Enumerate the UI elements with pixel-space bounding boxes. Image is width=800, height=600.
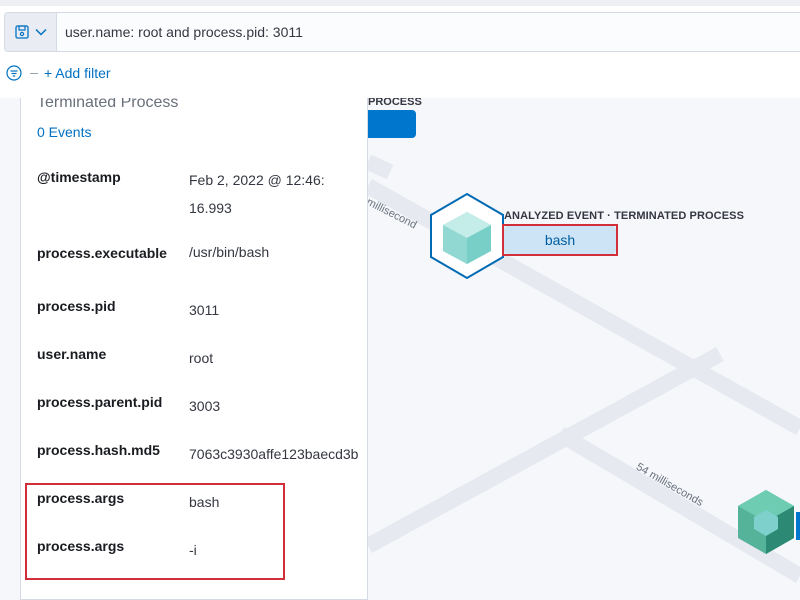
panel-title: Terminated Process xyxy=(37,98,179,111)
child-node-button[interactable] xyxy=(796,512,800,540)
add-filter-button[interactable]: + Add filter xyxy=(44,65,111,81)
partial-node-button[interactable] xyxy=(368,110,416,138)
field-key: process.pid xyxy=(37,298,116,314)
filter-row: + Add filter xyxy=(6,62,111,84)
field-key: user.name xyxy=(37,346,107,362)
save-icon xyxy=(14,25,29,39)
highlight-node-button xyxy=(502,224,618,256)
highlight-process-args xyxy=(25,483,285,580)
graph-edge xyxy=(364,346,724,554)
header-strip xyxy=(0,0,800,6)
field-key: process.parent.pid xyxy=(37,394,163,410)
search-input[interactable]: user.name: root and process.pid: 3011 xyxy=(65,13,303,51)
field-key: @timestamp xyxy=(37,169,121,185)
field-value: Feb 2, 2022 @ 12:46: 16.993 xyxy=(189,172,325,216)
field-key: process.executable xyxy=(37,245,167,261)
filter-icon[interactable] xyxy=(6,65,22,81)
field-value: /usr/bin/bash xyxy=(189,244,270,260)
query-bar[interactable]: user.name: root and process.pid: 3011 xyxy=(4,12,800,52)
field-value: 7063c3930affe123baecd3b xyxy=(189,446,359,462)
saved-query-button[interactable] xyxy=(5,13,57,51)
chevron-down-icon xyxy=(34,28,47,36)
filter-divider xyxy=(30,72,38,74)
top-bar: user.name: root and process.pid: 3011 + … xyxy=(0,0,800,98)
field-value: root xyxy=(189,350,214,366)
field-value: 3011 xyxy=(189,302,220,318)
analyzed-node-label: ANALYZED EVENT · TERMINATED PROCESS xyxy=(504,210,745,222)
graph-edge xyxy=(364,154,394,180)
field-key: process.hash.md5 xyxy=(37,442,160,458)
field-value: 3003 xyxy=(189,398,221,414)
events-link[interactable]: 0 Events xyxy=(37,124,91,140)
analyzed-node-cube-icon[interactable] xyxy=(430,192,504,280)
